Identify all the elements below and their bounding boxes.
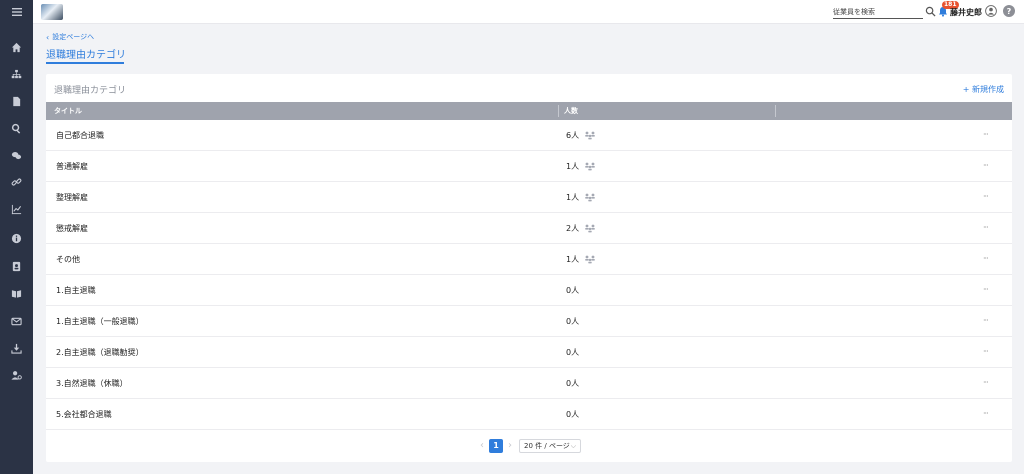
avatar-icon[interactable] — [985, 5, 997, 17]
column-header-count[interactable]: 人数 — [564, 102, 578, 120]
row-title: 1.自主退職（一般退職） — [56, 317, 144, 326]
more-options-icon[interactable]: ··· — [983, 410, 993, 418]
row-count: 0人 — [566, 306, 579, 337]
row-title: 3.自然退職（休職） — [56, 379, 128, 388]
row-count-value: 0人 — [566, 317, 580, 326]
more-options-icon[interactable]: ··· — [983, 348, 993, 356]
table-row[interactable]: その他 1人 ··· — [46, 244, 1012, 275]
table-row[interactable]: 2.自主退職（退職勧奨） 0人 ··· — [46, 337, 1012, 368]
mail-icon[interactable] — [0, 311, 33, 331]
row-title: その他 — [56, 255, 80, 264]
row-count: 2人 — [566, 213, 596, 244]
row-count-value: 0人 — [566, 410, 580, 419]
user-name[interactable]: 藤井史郎 — [950, 7, 982, 18]
page-title: 退職理由カテゴリ — [46, 50, 126, 61]
category-card: 退職理由カテゴリ + 新規作成 タイトル 人数 自己都合退職 6人 ··· 普通解雇 1… — [46, 74, 1012, 462]
card-title: 退職理由カテゴリ — [54, 86, 127, 96]
table-row[interactable]: 自己都合退職 6人 ··· — [46, 120, 1012, 151]
more-options-icon[interactable]: ··· — [983, 379, 993, 387]
row-count: 0人 — [566, 337, 579, 368]
company-logo[interactable] — [41, 4, 63, 20]
column-divider — [558, 105, 559, 117]
table-row[interactable]: 3.自然退職（休職） 0人 ··· — [46, 368, 1012, 399]
download-icon[interactable] — [0, 338, 33, 358]
org-chart-icon[interactable] — [0, 64, 33, 84]
page-size-value: 20 件 / ページ — [524, 442, 570, 450]
row-count: 1人 — [566, 182, 596, 213]
row-count: 0人 — [566, 399, 579, 430]
row-title: 2.自主退職（退職勧奨） — [56, 348, 144, 357]
more-options-icon[interactable]: ··· — [983, 255, 993, 263]
chevron-left-icon: ‹ — [46, 32, 50, 42]
search-icon[interactable] — [0, 118, 33, 138]
create-new-button[interactable]: + 新規作成 — [963, 84, 1004, 95]
search-icon[interactable] — [925, 6, 936, 17]
back-to-settings-link[interactable]: ‹ 設定ページへ — [46, 32, 94, 42]
next-page-icon[interactable]: › — [508, 440, 512, 451]
table-row[interactable]: 1.自主退職（一般退職） 0人 ··· — [46, 306, 1012, 337]
row-title: 普通解雇 — [56, 162, 88, 171]
user-settings-icon[interactable] — [0, 365, 33, 385]
column-divider — [775, 105, 776, 117]
more-options-icon[interactable]: ··· — [983, 317, 993, 325]
prev-page-icon[interactable]: ‹ — [480, 440, 484, 451]
row-count-value: 2人 — [566, 224, 580, 233]
people-icon[interactable] — [584, 255, 596, 264]
page-size-select[interactable]: 20 件 / ページ ⌵ — [519, 439, 581, 453]
table-row[interactable]: 整理解雇 1人 ··· — [46, 182, 1012, 213]
row-count-value: 0人 — [566, 379, 580, 388]
employee-search[interactable] — [833, 5, 923, 19]
row-count-value: 1人 — [566, 193, 580, 202]
table-row[interactable]: 普通解雇 1人 ··· — [46, 151, 1012, 182]
info-icon[interactable] — [0, 228, 33, 248]
book-icon[interactable] — [0, 283, 33, 303]
more-options-icon[interactable]: ··· — [983, 162, 993, 170]
row-count: 6人 — [566, 120, 596, 151]
more-options-icon[interactable]: ··· — [983, 193, 993, 201]
menu-icon[interactable] — [0, 2, 33, 22]
more-options-icon[interactable]: ··· — [983, 131, 993, 139]
row-count: 0人 — [566, 275, 579, 306]
chevron-down-icon: ⌵ — [570, 442, 576, 450]
table-header: タイトル 人数 — [46, 102, 1012, 120]
table-row[interactable]: 1.自主退職 0人 ··· — [46, 275, 1012, 306]
top-bar: 181 藤井史郎 ? — [33, 0, 1024, 24]
pagination: ‹ 1 › 20 件 / ページ ⌵ — [46, 438, 1012, 454]
row-count: 0人 — [566, 368, 579, 399]
row-count-value: 6人 — [566, 131, 580, 140]
page-number-current[interactable]: 1 — [489, 439, 503, 453]
table-row[interactable]: 懲戒解雇 2人 ··· — [46, 213, 1012, 244]
sidebar — [0, 0, 33, 474]
row-title: 1.自主退職 — [56, 286, 96, 295]
help-icon[interactable]: ? — [1003, 5, 1015, 17]
people-icon[interactable] — [584, 131, 596, 140]
more-options-icon[interactable]: ··· — [983, 286, 993, 294]
row-title: 整理解雇 — [56, 193, 88, 202]
row-title: 懲戒解雇 — [56, 224, 88, 233]
contact-icon[interactable] — [0, 256, 33, 276]
back-link-label: 設定ページへ — [52, 33, 95, 41]
title-underline — [46, 62, 124, 64]
row-count-value: 0人 — [566, 348, 580, 357]
table-row[interactable]: 5.会社都合退職 0人 ··· — [46, 399, 1012, 430]
link-icon[interactable] — [0, 172, 33, 192]
chat-icon[interactable] — [0, 145, 33, 165]
people-icon[interactable] — [584, 193, 596, 202]
people-icon[interactable] — [584, 224, 596, 233]
chart-icon[interactable] — [0, 199, 33, 219]
row-count-value: 1人 — [566, 162, 580, 171]
home-icon[interactable] — [0, 37, 33, 57]
row-count: 1人 — [566, 151, 596, 182]
row-count-value: 1人 — [566, 255, 580, 264]
row-count-value: 0人 — [566, 286, 580, 295]
more-options-icon[interactable]: ··· — [983, 224, 993, 232]
row-count: 1人 — [566, 244, 596, 275]
people-icon[interactable] — [584, 162, 596, 171]
search-input[interactable] — [833, 7, 923, 16]
row-title: 5.会社都合退職 — [56, 410, 112, 419]
column-header-title[interactable]: タイトル — [54, 102, 82, 120]
document-icon[interactable] — [0, 91, 33, 111]
row-title: 自己都合退職 — [56, 131, 104, 140]
